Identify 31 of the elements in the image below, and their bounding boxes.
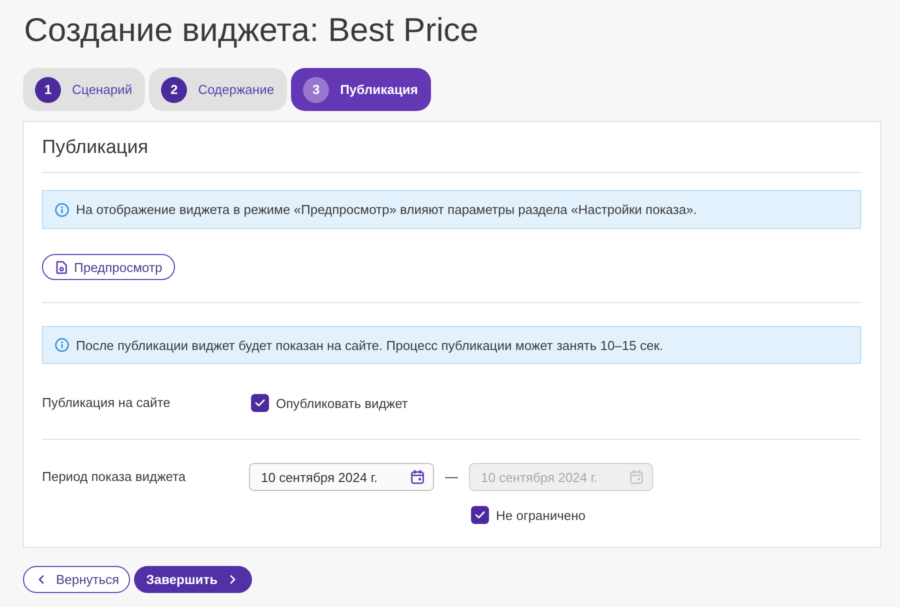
info-icon [55,202,69,216]
back-button[interactable]: Вернуться [23,566,130,593]
date-field: 10 сентября 2024 г. [469,463,653,491]
checkbox[interactable] [251,394,269,412]
step-number: 3 [303,76,330,102]
step-tab[interactable]: 2 Содержание [149,68,288,111]
date-field[interactable]: 10 сентября 2024 г. [249,463,434,491]
section-title: Публикация [42,136,148,160]
check-icon [255,399,265,407]
page-title: Создание виджета: Best Price [23,10,478,50]
info-icon [55,338,69,352]
step-number: 2 [161,76,188,102]
field-label: Публикация на сайте [42,394,172,412]
notice-text: На отображение виджета в режиме «Предпросмотр» влияют параметры раздела «Настройки показа». [76,202,697,217]
finish-button[interactable]: Завершить [134,566,252,593]
check-icon [475,511,485,519]
step-number: 1 [35,76,61,102]
calendar-icon [630,470,643,484]
step-tab[interactable]: 1 Сценарий [23,68,146,111]
notice-text: После публикации виджет будет показан на сайте. Процесс публикации может занять 10–15 сек. [76,338,663,352]
field-label: Период показа виджета [42,468,187,486]
chevron-left-icon [38,575,44,584]
document-eye-icon [56,260,67,274]
checkbox[interactable] [471,506,489,524]
step-tab[interactable]: 3 Публикация [291,68,431,111]
calendar-icon [411,470,424,484]
preview-button[interactable]: Предпросмотр [42,254,176,280]
chevron-right-icon [230,575,236,584]
checkbox-label: Не ограничено [496,508,586,522]
checkbox-label: Опубликовать виджет [276,396,408,410]
range-dash: — [444,468,459,486]
